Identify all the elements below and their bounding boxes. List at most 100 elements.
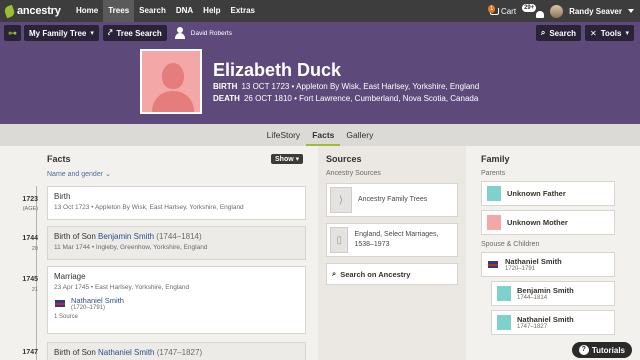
nav-home[interactable]: Home [71, 0, 103, 22]
leaf-icon [3, 4, 16, 18]
bell-icon [536, 11, 545, 18]
family-column: Family Parents Unknown Father Unknown Mo… [473, 146, 633, 335]
male-avatar-icon [497, 315, 511, 330]
tree-search-label: Tree Search [116, 28, 162, 38]
sources-count[interactable]: 1 Source [54, 314, 299, 320]
spouse-row[interactable]: Nathaniel Smith (1720–1791) [54, 296, 299, 311]
death-value: 26 OCT 1810 • Fort Lawrence, Cumberland,… [243, 94, 479, 103]
fact-marriage[interactable]: Marriage 23 Apr 1745 • East Harlsey, Yor… [47, 266, 306, 334]
cart-button[interactable]: 1 Cart [487, 4, 517, 16]
chevron-down-icon[interactable] [628, 9, 634, 13]
child-card[interactable]: Nathaniel Smith 1747–1827 [491, 310, 615, 335]
child-name: Nathaniel Smith [517, 315, 574, 324]
father-card[interactable]: Unknown Father [481, 181, 615, 206]
profile-photo-placeholder[interactable] [140, 49, 202, 114]
spouse-years: (1720–1791) [71, 305, 106, 311]
tree-search-button[interactable]: ⤤ Tree Search [102, 25, 167, 41]
tools-button[interactable]: ✕ Tools ▾ [585, 25, 634, 41]
nav-search[interactable]: Search [134, 0, 171, 22]
timeline-line [36, 186, 37, 360]
child-card[interactable]: Benjamin Smith 1744–1814 [491, 281, 615, 306]
parents-label: Parents [481, 170, 506, 177]
tree-selector-label: My Family Tree [29, 28, 87, 38]
nav-trees[interactable]: Trees [103, 0, 135, 22]
timeline-year: 1745 [22, 276, 38, 283]
username[interactable]: Randy Seaver [569, 7, 622, 16]
child-link[interactable]: Benjamin Smith [98, 232, 154, 241]
cart-count-badge: 1 [487, 4, 496, 13]
ancestry-logo[interactable]: ancestry [3, 4, 71, 18]
tutorials-label: Tutorials [591, 345, 625, 355]
timeline-age: (AGE) [22, 206, 38, 212]
notification-count-badge: 29+ [522, 4, 537, 12]
timeline-year: 1744 [22, 235, 38, 242]
child-link[interactable]: Nathaniel Smith [98, 348, 154, 357]
cart-label: Cart [500, 6, 517, 16]
fact-title-prefix: Birth of Son [54, 348, 99, 357]
search-button[interactable]: ⌕ Search [535, 25, 582, 41]
fact-detail: 11 Mar 1744 • Ingleby, Greenhow, Yorkshi… [54, 244, 208, 251]
person-header: Elizabeth Duck BIRTH 13 OCT 1723 • Applet… [0, 44, 640, 124]
brand-text: ancestry [17, 5, 61, 17]
family-title: Family [481, 154, 510, 164]
tab-lifestory[interactable]: LifeStory [261, 124, 307, 146]
fact-birth[interactable]: Birth 13 Oct 1723 • Appleton By Wisk, Ea… [47, 186, 306, 220]
home-person-icon[interactable] [174, 27, 185, 39]
tree-selector[interactable]: My Family Tree ▾ [24, 25, 99, 41]
mother-card[interactable]: Unknown Mother [481, 210, 615, 235]
tools-label: Tools [600, 28, 622, 38]
fact-birth-of-son[interactable]: Birth of Son Benjamin Smith (1744–1814) … [47, 226, 306, 260]
death-label: DEATH [213, 94, 240, 103]
sources-column: Sources Ancestry Sources ⟩ Ancestry Fami… [318, 146, 466, 360]
show-dropdown[interactable]: Show ▾ [271, 154, 304, 164]
spouse-flag-icon [487, 260, 499, 269]
fact-title-prefix: Birth of Son [54, 232, 99, 241]
chevron-down-icon: ▾ [625, 30, 629, 37]
tutorials-button[interactable]: ? Tutorials [571, 342, 632, 358]
nav-extras[interactable]: Extras [226, 0, 260, 22]
name-gender-filter[interactable]: Name and gender ⌄ [47, 170, 307, 178]
male-avatar-icon [487, 186, 501, 201]
birth-summary: BIRTH 13 OCT 1723 • Appleton By Wisk, Eas… [213, 82, 479, 91]
tools-icon: ✕ [590, 28, 597, 38]
tab-facts[interactable]: Facts [306, 124, 341, 146]
tree-toolbar: ⊶ My Family Tree ▾ ⤤ Tree Search David R… [0, 22, 640, 44]
tab-gallery[interactable]: Gallery [340, 124, 379, 146]
top-nav: ancestry Home Trees Search DNA Help Extr… [0, 0, 640, 22]
source-card[interactable]: ⟩ Ancestry Family Trees [326, 183, 458, 217]
nav-dna[interactable]: DNA [171, 0, 198, 22]
source-title: England, Select Marriages, 1538–1973 [354, 231, 439, 248]
home-person-name[interactable]: David Roberts [191, 30, 232, 37]
source-card[interactable]: ▯ England, Select Marriages, 1538–1973 [326, 223, 458, 257]
facts-title: Facts [47, 154, 71, 164]
fact-title: Birth [54, 192, 71, 201]
timeline-year: 1747 [22, 349, 38, 356]
fact-birth-of-son[interactable]: Birth of Son Nathaniel Smith (1747–1827) [47, 342, 306, 360]
chevron-down-icon: ⌄ [105, 171, 111, 178]
search-on-ancestry-button[interactable]: ⌕ Search on Ancestry [326, 263, 458, 285]
birth-value: 13 OCT 1723 • Appleton By Wisk, East Har… [241, 82, 480, 91]
notifications-button[interactable]: 29+ [522, 4, 545, 18]
male-avatar-icon [497, 286, 511, 301]
sources-title: Sources [326, 154, 362, 164]
avatar[interactable] [550, 4, 564, 18]
timeline-age: 20 [31, 246, 38, 252]
child-name: Benjamin Smith [517, 286, 574, 295]
father-name: Unknown Father [507, 189, 566, 198]
child-years: 1747–1827 [517, 324, 548, 330]
search-on-ancestry-label: Search on Ancestry [340, 269, 411, 279]
mother-name: Unknown Mother [507, 218, 568, 227]
source-title: Ancestry Family Trees [358, 196, 428, 203]
search-label: Search [549, 28, 577, 38]
nav-help[interactable]: Help [198, 0, 225, 22]
fact-detail: 23 Apr 1745 • East Harlsey, Yorkshire, E… [54, 284, 190, 291]
spouse-flag-icon [54, 299, 66, 308]
spouse-card[interactable]: Nathaniel Smith 1720–1791 [481, 252, 615, 277]
document-icon: ▯ [330, 227, 349, 253]
spouse-name[interactable]: Nathaniel Smith [71, 296, 124, 305]
name-gender-label: Name and gender [47, 171, 104, 178]
fact-detail: 13 Oct 1723 • Appleton By Wisk, East Har… [54, 204, 244, 211]
pedigree-view-button[interactable]: ⊶ [4, 25, 21, 41]
fact-title-years: (1747–1827) [154, 348, 203, 357]
tree-view-icon: ⊶ [8, 27, 17, 38]
